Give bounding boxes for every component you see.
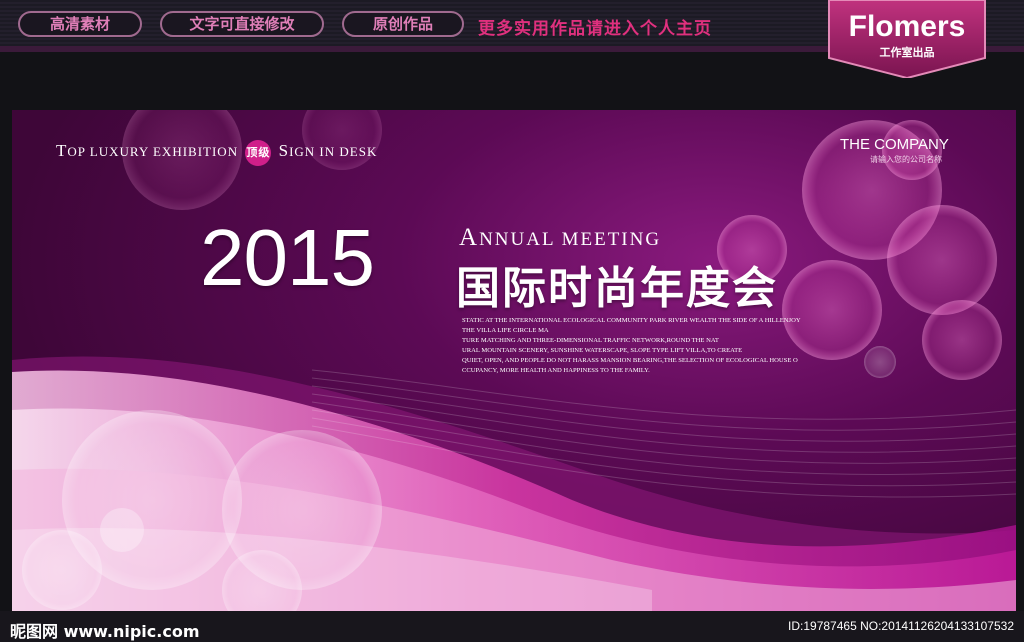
tagline-left-cap: T [56,140,68,160]
company-subtitle: 请输入您的公司名称 [870,155,942,164]
description-line: CCUPANCY, MORE HEALTH AND HAPPINESS TO T… [462,367,650,374]
brand-subtitle: 工作室出品 [879,46,935,59]
banner-tagline: TOP LUXURY EXHIBITION 顶级 SIGN IN DESK [56,140,377,166]
chinese-title: 国际时尚年度会 [456,263,778,314]
company-name: THE COMPANY [840,136,949,153]
event-year: 2015 [200,213,375,302]
promo-link[interactable]: 更多实用作品请进入个人主页 [478,14,712,39]
pill-editable-text[interactable]: 文字可直接修改 [160,11,324,37]
description-block: STATIC AT THE INTERNATIONAL ECOLOGICAL C… [462,316,842,376]
watermark-nipic: 昵图网 www.nipic.com [10,622,200,641]
tagline-badge: 顶级 [245,140,272,166]
tagline-right-cap: S [278,140,290,160]
description-line: THE VILLA LIFE CIRCLE MA [462,327,549,334]
brand-badge: Flomers 工作室出品 [827,0,987,78]
pill-original-work[interactable]: 原创作品 [342,11,464,37]
footer-bar: 昵图网 www.nipic.com ID:19787465 NO:2014112… [0,611,1024,642]
tagline-left-rest: OP LUXURY EXHIBITION [67,143,239,159]
description-line: URAL MOUNTAIN SCENERY, SUNSHINE WATERSCA… [462,347,743,354]
annual-rest: NNUAL MEETING [479,229,662,250]
description-line: TURE MATCHING AND THREE-DIMENSIONAL TRAF… [462,337,719,344]
image-id: ID:19787465 NO:20141126204133107532 [788,619,1014,633]
description-line: QUIET, OPEN, AND PEOPLE DO NOT HARASS MA… [462,357,798,364]
tagline-right-rest: IGN IN DESK [289,143,378,159]
description-line: STATIC AT THE INTERNATIONAL ECOLOGICAL C… [462,317,801,324]
banner-poster: TOP LUXURY EXHIBITION 顶级 SIGN IN DESK TH… [12,110,1016,611]
pill-hd-material[interactable]: 高清素材 [18,11,142,37]
annual-cap: A [459,224,480,251]
brand-name: Flomers [848,10,966,43]
annual-meeting-label: ANNUAL MEETING [459,224,661,252]
